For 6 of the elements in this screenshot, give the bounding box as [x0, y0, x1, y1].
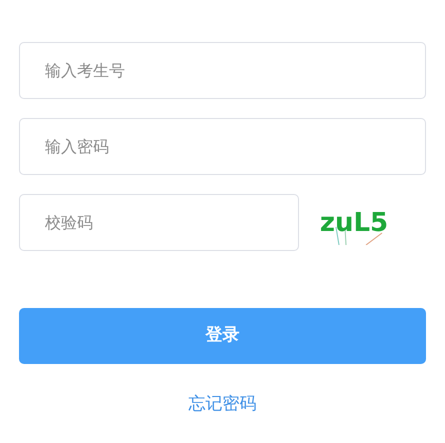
login-button[interactable]: 登录 — [19, 308, 426, 364]
password-field[interactable]: 输入密码 — [19, 118, 426, 175]
captcha-field[interactable]: 校验码 — [19, 194, 299, 251]
student-number-field[interactable]: 输入考生号 — [19, 42, 426, 99]
forgot-password-link[interactable]: 忘记密码 — [188, 392, 256, 418]
captcha-image[interactable]: zuL5 — [316, 200, 392, 244]
